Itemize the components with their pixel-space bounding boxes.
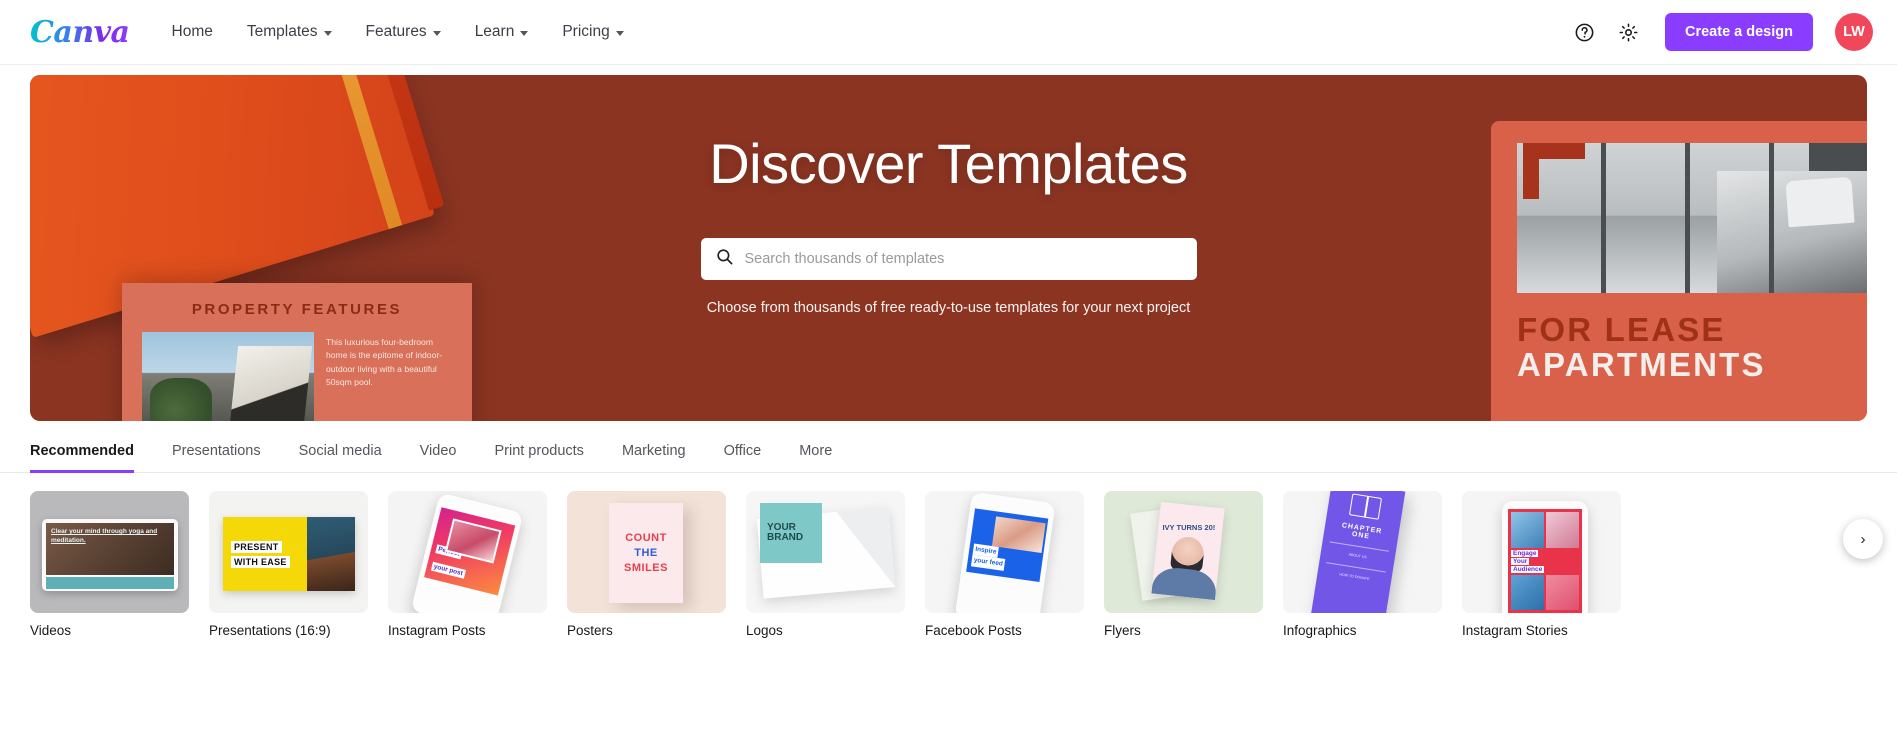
- template-carousel-region: Clear your mind through yoga and meditat…: [0, 473, 1897, 638]
- template-card-instagram-posts[interactable]: Perfect your post Instagram Posts: [388, 491, 547, 638]
- search-input[interactable]: [744, 251, 1183, 267]
- tab-recommended[interactable]: Recommended: [30, 443, 134, 473]
- header-actions: Create a design LW: [1571, 13, 1873, 51]
- card-label: Infographics: [1283, 623, 1357, 638]
- category-tabs: Recommended Presentations Social media V…: [0, 421, 1897, 473]
- nav-item-features[interactable]: Features: [366, 23, 441, 41]
- main-navigation: Home Templates Features Learn Pricing: [172, 23, 624, 41]
- card-label: Instagram Posts: [388, 623, 486, 638]
- nav-item-label: Learn: [474, 23, 515, 40]
- nav-item-learn[interactable]: Learn: [475, 23, 529, 41]
- chevron-down-icon: [432, 30, 441, 36]
- hero-subtitle: Choose from thousands of free ready-to-u…: [706, 300, 1191, 316]
- tab-video[interactable]: Video: [420, 443, 457, 473]
- carousel-next-button[interactable]: ›: [1843, 519, 1883, 559]
- card-thumbnail: PRESENT WITH EASE: [209, 491, 368, 613]
- avatar[interactable]: LW: [1835, 13, 1873, 51]
- tab-marketing[interactable]: Marketing: [622, 443, 686, 473]
- template-search-box[interactable]: [700, 238, 1197, 280]
- create-a-design-button[interactable]: Create a design: [1665, 13, 1813, 51]
- card-thumbnail: COUNT THE SMILES: [567, 491, 726, 613]
- help-circle-icon[interactable]: [1571, 19, 1597, 45]
- thumbnail-art-text3: SMILES: [624, 562, 668, 574]
- template-card-facebook-posts[interactable]: Inspire your feed Facebook Posts: [925, 491, 1084, 638]
- card-label: Instagram Stories: [1462, 623, 1568, 638]
- thumbnail-art-text2: Your: [1511, 557, 1530, 565]
- nav-item-label: Features: [365, 23, 427, 40]
- hero-right-artwork: FOR LEASE APARTMENTS: [1491, 121, 1867, 421]
- card-label: Videos: [30, 623, 72, 638]
- tab-office[interactable]: Office: [724, 443, 762, 473]
- template-card-list: Clear your mind through yoga and meditat…: [30, 491, 1897, 638]
- apartments-heading: APARTMENTS: [1517, 345, 1766, 383]
- thumbnail-art-text: COUNT: [625, 532, 667, 544]
- card-label: Logos: [746, 623, 783, 638]
- card-label: Presentations (16:9): [209, 623, 331, 638]
- template-card-flyers[interactable]: IVY TURNS 20! Flyers: [1104, 491, 1263, 638]
- thumbnail-art-text: Clear your mind through yoga and meditat…: [51, 528, 158, 545]
- template-card-logos[interactable]: YOUR BRAND Logos: [746, 491, 905, 638]
- canva-logo[interactable]: Canva: [30, 15, 130, 50]
- template-card-posters[interactable]: COUNT THE SMILES Posters: [567, 491, 726, 638]
- nav-item-home[interactable]: Home: [172, 23, 213, 41]
- card-thumbnail: Engage Your Audience: [1462, 491, 1621, 613]
- book-icon: [1348, 493, 1383, 520]
- apartment-photo: [1517, 143, 1867, 293]
- gear-icon[interactable]: [1615, 19, 1641, 45]
- nav-item-pricing[interactable]: Pricing: [562, 23, 624, 41]
- property-features-brochure: PROPERTY FEATURES This luxurious four-be…: [122, 283, 472, 421]
- card-thumbnail: IVY TURNS 20!: [1104, 491, 1263, 613]
- template-card-videos[interactable]: Clear your mind through yoga and meditat…: [30, 491, 189, 638]
- card-thumbnail: Clear your mind through yoga and meditat…: [30, 491, 189, 613]
- card-thumbnail: CHAPTER ONE ABOUT US HOW TO DONATE: [1283, 491, 1442, 613]
- hero-banner: PROPERTY FEATURES This luxurious four-be…: [30, 75, 1867, 421]
- search-icon: [715, 247, 734, 271]
- nav-item-label: Pricing: [562, 23, 610, 40]
- tab-social-media[interactable]: Social media: [299, 443, 382, 473]
- tab-print-products[interactable]: Print products: [494, 443, 583, 473]
- thumbnail-art-text3: Audience: [1511, 565, 1545, 573]
- nav-item-label: Home: [171, 23, 213, 40]
- template-card-presentations[interactable]: PRESENT WITH EASE Presentations (16:9): [209, 491, 368, 638]
- card-label: Facebook Posts: [925, 623, 1022, 638]
- thumbnail-art-text2: your post: [430, 561, 466, 579]
- card-thumbnail: Perfect your post: [388, 491, 547, 613]
- template-card-instagram-stories[interactable]: Engage Your Audience Instagram Stories: [1462, 491, 1621, 638]
- chevron-down-icon: [520, 30, 529, 36]
- brochure-photo: [142, 332, 314, 421]
- chevron-down-icon: [615, 30, 624, 36]
- chevron-right-icon: ›: [1860, 530, 1866, 548]
- thumbnail-art-text: IVY TURNS 20!: [1162, 522, 1216, 532]
- brochure-body-text: This luxurious four-bedroom home is the …: [326, 337, 443, 387]
- page-title: Discover Templates: [709, 132, 1188, 195]
- top-header: Canva Home Templates Features Learn Pric…: [0, 0, 1897, 65]
- card-label: Flyers: [1104, 623, 1141, 638]
- chevron-down-icon: [323, 30, 332, 36]
- hero-section-wrapper: PROPERTY FEATURES This luxurious four-be…: [0, 65, 1897, 421]
- tab-presentations[interactable]: Presentations: [172, 443, 261, 473]
- thumbnail-art-text: CHAPTER ONE: [1341, 522, 1383, 541]
- tab-more[interactable]: More: [799, 443, 832, 473]
- brochure-title: PROPERTY FEATURES: [191, 301, 403, 318]
- thumbnail-art-text: Engage: [1511, 549, 1539, 557]
- card-thumbnail: Inspire your feed: [925, 491, 1084, 613]
- thumbnail-art-text2: WITH EASE: [231, 555, 290, 568]
- template-card-infographics[interactable]: CHAPTER ONE ABOUT US HOW TO DONATE Infog…: [1283, 491, 1442, 638]
- card-label: Posters: [567, 623, 613, 638]
- nav-item-templates[interactable]: Templates: [247, 23, 332, 41]
- thumbnail-art-text2: BRAND: [767, 532, 804, 543]
- thumbnail-art-text2: your feed: [970, 554, 1006, 571]
- for-lease-heading: FOR LEASE: [1517, 311, 1726, 348]
- thumbnail-art-text2: THE: [634, 547, 658, 559]
- thumbnail-art-text: PRESENT: [231, 540, 282, 553]
- hero-left-artwork: PROPERTY FEATURES This luxurious four-be…: [30, 75, 590, 421]
- card-thumbnail: YOUR BRAND: [746, 491, 905, 613]
- nav-item-label: Templates: [246, 23, 318, 40]
